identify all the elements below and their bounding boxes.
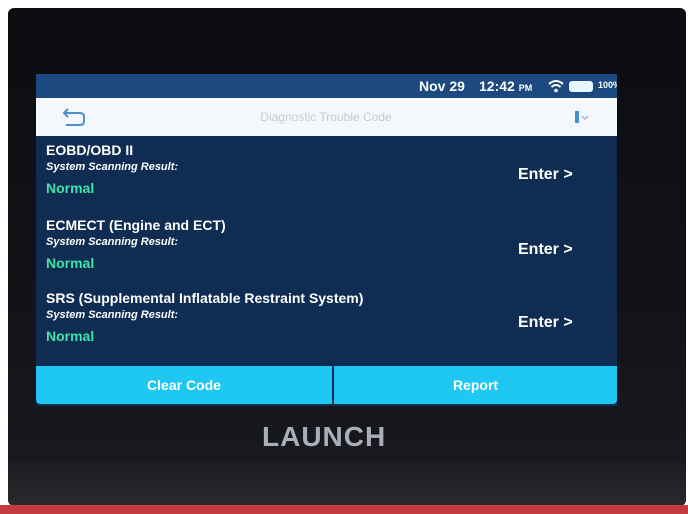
enter-button[interactable]: Enter > <box>518 314 573 332</box>
device-bezel-bottom <box>8 462 686 506</box>
status-time: 12:42 PM <box>479 78 532 94</box>
status-date: Nov 29 <box>419 78 465 94</box>
wifi-icon <box>548 80 564 93</box>
action-bar: Clear Code Report <box>36 366 617 404</box>
system-name: EOBD/OBD II <box>46 142 134 158</box>
screen: Nov 29 12:42 PM 100% Diagnostic Trouble … <box>36 74 617 406</box>
nav-bar: Diagnostic Trouble Code <box>36 98 617 136</box>
brand-logo: LAUNCH <box>262 421 387 452</box>
back-icon[interactable] <box>62 106 86 128</box>
battery-icon <box>569 81 593 92</box>
page-title: Diagnostic Trouble Code <box>260 110 392 124</box>
system-status: Normal <box>46 328 95 344</box>
battery-percent: 100% <box>598 80 617 90</box>
system-scan-label: System Scanning Result: <box>46 309 179 321</box>
system-status: Normal <box>46 180 95 196</box>
enter-button[interactable]: Enter > <box>518 241 573 259</box>
system-scan-label: System Scanning Result: <box>46 161 179 173</box>
status-time-value: 12:42 <box>479 78 515 94</box>
status-ampm: PM <box>518 83 533 93</box>
system-row-srs: SRS (Supplemental Inflatable Restraint S… <box>36 290 617 364</box>
system-scan-label: System Scanning Result: <box>46 236 179 248</box>
background-surface <box>0 505 688 514</box>
status-bar: Nov 29 12:42 PM 100% <box>36 74 617 98</box>
clear-code-button[interactable]: Clear Code <box>36 366 332 404</box>
system-status: Normal <box>46 255 95 271</box>
system-name: ECMECT (Engine and ECT) <box>46 217 226 233</box>
system-row-ecmect: ECMECT (Engine and ECT) System Scanning … <box>36 217 617 291</box>
system-row-eobd: EOBD/OBD II System Scanning Result: Norm… <box>36 142 617 216</box>
more-icon[interactable] <box>573 108 591 126</box>
report-button[interactable]: Report <box>334 366 617 404</box>
system-name: SRS (Supplemental Inflatable Restraint S… <box>46 290 364 306</box>
enter-button[interactable]: Enter > <box>518 166 573 184</box>
